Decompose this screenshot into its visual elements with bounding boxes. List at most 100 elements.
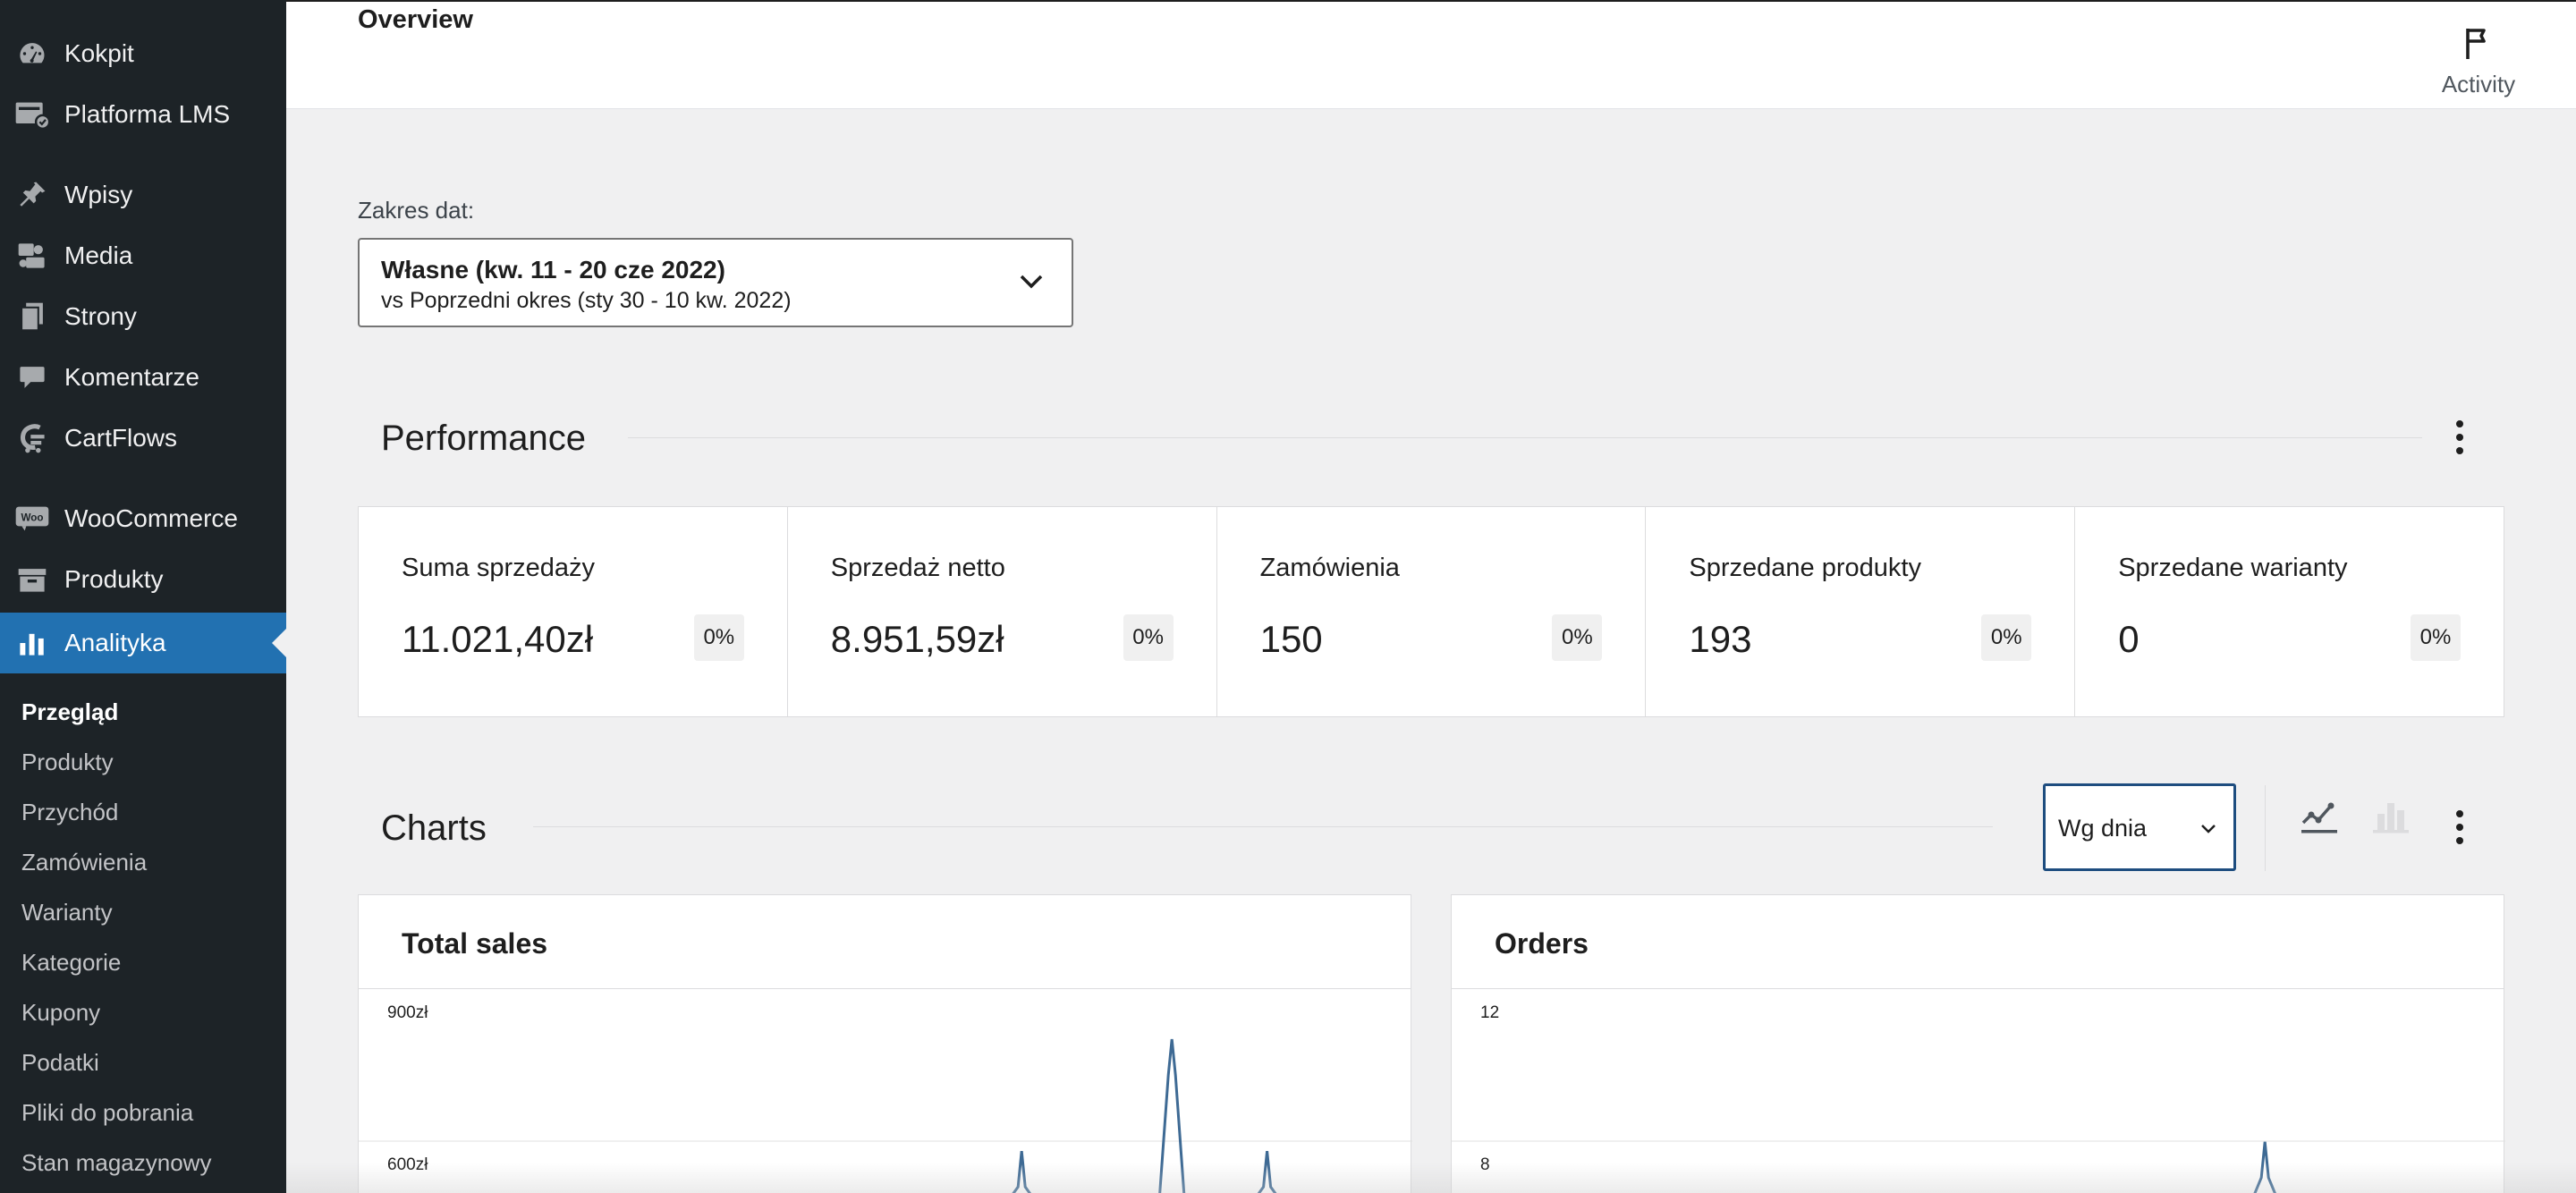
series-line (1257, 1151, 1277, 1193)
dashboard-icon (14, 36, 50, 72)
metric-value: 8.951,59zł (830, 618, 1004, 660)
sidebar-item-label: Strony (64, 302, 137, 330)
submenu-warianty[interactable]: Warianty (21, 899, 113, 926)
submenu-zamowienia[interactable]: Zamówienia (21, 849, 147, 876)
metric-label: Suma sprzedaży (402, 554, 595, 582)
activity-label: Activity (2441, 71, 2516, 97)
charts-menu-icon[interactable] (2442, 805, 2478, 850)
active-indicator (272, 629, 286, 657)
divider (2265, 785, 2266, 871)
sidebar-item-label: Komentarze (64, 363, 199, 391)
metric-label: Sprzedane warianty (2118, 554, 2348, 582)
submenu-stan-magazynowy[interactable]: Stan magazynowy (21, 1149, 211, 1177)
interval-value: Wg dnia (2058, 815, 2148, 842)
bar-chart-toggle-icon[interactable] (2370, 796, 2411, 837)
sidebar-item-woocommerce[interactable]: Woo WooCommerce (0, 488, 286, 549)
metric-value: 193 (1689, 618, 1752, 660)
metric-delta-badge: 0% (1123, 614, 1174, 661)
total-sales-line-chart: 900zł 600zł (359, 1003, 1412, 1193)
interval-select[interactable]: Wg dnia (2043, 783, 2236, 871)
sidebar-item-label: Produkty (64, 565, 164, 593)
series-line (1158, 1038, 1186, 1193)
sidebar-item-label: CartFlows (64, 424, 178, 452)
sidebar-item-lms[interactable]: Platforma LMS (0, 84, 286, 145)
sidebar-item-label: Kokpit (64, 39, 134, 67)
metric-tile-net-sales[interactable]: Sprzedaż netto 8.951,59zł 0% (788, 507, 1217, 716)
orders-line-chart: 12 8 (1452, 1003, 2505, 1193)
metric-tile-orders[interactable]: Zamówienia 150 0% (1217, 507, 1647, 716)
comment-icon (14, 360, 50, 395)
lms-icon (14, 97, 50, 132)
chart-card-orders: Orders 12 8 (1451, 894, 2505, 1193)
submenu-kategorie[interactable]: Kategorie (21, 949, 121, 977)
metric-delta-badge: 0% (2410, 614, 2461, 661)
chart-card-total-sales: Total sales 900zł 600zł (358, 894, 1412, 1193)
metric-value: 150 (1259, 618, 1323, 660)
metric-tile-variations-sold[interactable]: Sprzedane warianty 0 0% (2075, 507, 2504, 716)
metric-tile-total-sales[interactable]: Suma sprzedaży 11.021,40zł 0% (359, 507, 788, 716)
submenu-kupony[interactable]: Kupony (21, 999, 100, 1027)
date-range-compare: vs Poprzedni okres (sty 30 - 10 kw. 2022… (381, 288, 792, 313)
performance-heading: Performance (381, 419, 586, 458)
pin-icon (14, 177, 50, 213)
sidebar-item-label: Wpisy (64, 181, 133, 208)
media-icon (14, 238, 50, 274)
series-line (2253, 1141, 2276, 1193)
performance-tiles: Suma sprzedaży 11.021,40zł 0% Sprzedaż n… (358, 506, 2504, 717)
sidebar-item-produkty[interactable]: Produkty (0, 549, 286, 610)
sidebar-item-label: Media (64, 241, 133, 269)
svg-text:Woo: Woo (21, 512, 43, 524)
line-chart-toggle-icon[interactable] (2299, 796, 2340, 837)
cartflows-icon (14, 420, 50, 456)
sidebar-item-label: WooCommerce (64, 504, 238, 532)
y-tick-label: 8 (1480, 1155, 1490, 1174)
bar-chart-icon (14, 625, 50, 661)
metric-delta-badge: 0% (693, 614, 744, 661)
date-range-primary: Własne (kw. 11 - 20 cze 2022) (381, 256, 725, 283)
series-line (1012, 1151, 1031, 1193)
performance-menu-icon[interactable] (2442, 415, 2478, 460)
y-tick-label: 600zł (387, 1155, 428, 1174)
metric-label: Sprzedane produkty (1689, 554, 1921, 582)
submenu-przeglad[interactable]: Przegląd (21, 698, 118, 726)
activity-button[interactable]: Activity (2411, 25, 2546, 98)
woo-icon: Woo (14, 501, 50, 537)
sidebar-item-cartflows[interactable]: CartFlows (0, 408, 286, 469)
metric-value: 11.021,40zł (402, 618, 594, 660)
chevron-down-icon (1018, 272, 1045, 296)
sidebar-item-media[interactable]: Media (0, 225, 286, 286)
admin-sidebar: Kokpit Platforma LMS Wpisy Media Strony … (0, 0, 286, 1193)
sidebar-item-strony[interactable]: Strony (0, 286, 286, 347)
chart-title: Orders (1495, 927, 1589, 960)
submenu-przychod[interactable]: Przychód (21, 799, 118, 826)
metric-label: Sprzedaż netto (830, 554, 1005, 582)
flag-icon (2462, 29, 2495, 64)
metric-delta-badge: 0% (1981, 614, 2032, 661)
sidebar-item-kokpit[interactable]: Kokpit (0, 23, 286, 84)
date-range-label: Zakres dat: (358, 197, 475, 224)
page-title: Overview (358, 5, 473, 34)
metric-value: 0 (2118, 618, 2140, 660)
archive-icon (14, 562, 50, 597)
submenu-produkty[interactable]: Produkty (21, 749, 114, 776)
sidebar-item-label: Platforma LMS (64, 100, 231, 128)
metric-tile-products-sold[interactable]: Sprzedane produkty 193 0% (1646, 507, 2076, 716)
divider (628, 437, 2422, 438)
metric-label: Zamówienia (1259, 554, 1400, 582)
date-range-select[interactable]: Własne (kw. 11 - 20 cze 2022) vs Poprzed… (358, 238, 1073, 327)
submenu-podatki[interactable]: Podatki (21, 1049, 99, 1077)
divider (533, 826, 1993, 827)
pages-icon (14, 299, 50, 334)
sidebar-item-wpisy[interactable]: Wpisy (0, 165, 286, 225)
charts-heading: Charts (381, 808, 487, 848)
y-tick-label: 12 (1480, 1003, 1499, 1022)
sidebar-item-komentarze[interactable]: Komentarze (0, 347, 286, 408)
metric-delta-badge: 0% (1552, 614, 1603, 661)
sidebar-item-analityka[interactable]: Analityka (0, 613, 286, 673)
chevron-down-icon (2199, 822, 2217, 839)
sidebar-item-label: Analityka (64, 629, 166, 656)
page-header: Overview Activity (286, 0, 2576, 109)
y-tick-label: 900zł (387, 1003, 428, 1022)
chart-title: Total sales (402, 927, 548, 960)
submenu-pliki-do-pobrania[interactable]: Pliki do pobrania (21, 1099, 193, 1127)
